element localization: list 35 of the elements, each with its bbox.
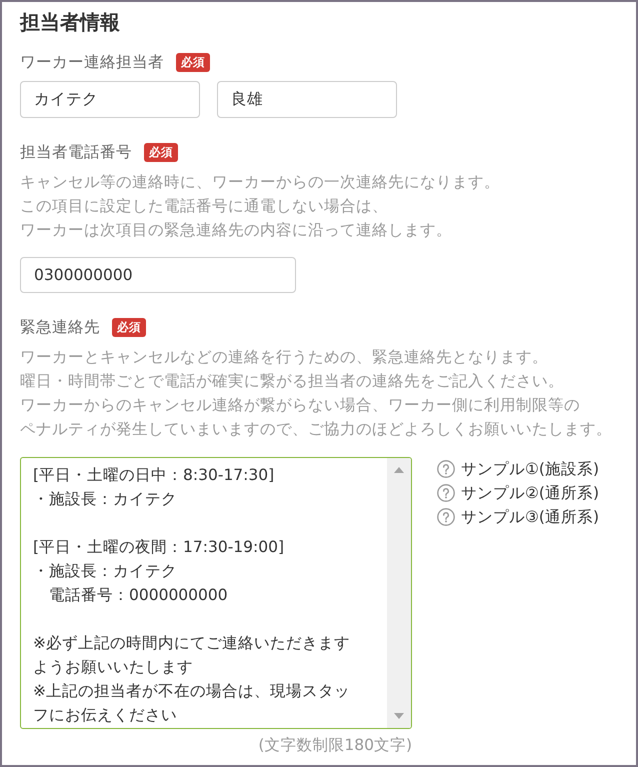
char-limit-note: (文字数制限180文字): [258, 735, 412, 755]
required-badge: 必須: [112, 318, 146, 336]
description-text: ワーカーからのキャンセル連絡が繋がらない場合、ワーカー側に利用制限等の: [20, 395, 580, 416]
text-input[interactable]: 良雄: [217, 81, 397, 118]
description-text: 曜日・時間帯ごとで電話が確実に繋がる担当者の連絡先をご記入ください。: [20, 371, 564, 392]
text-input[interactable]: カイテク: [20, 81, 200, 118]
help-icon: [437, 460, 455, 478]
field-label: 担当者電話番号: [20, 142, 132, 163]
sample-link[interactable]: サンプル②(通所系): [437, 481, 599, 505]
scrollbar[interactable]: [387, 458, 411, 728]
description-text: キャンセル等の連絡時に、ワーカーからの一次連絡先になります。: [20, 172, 500, 193]
description-text: この項目に設定した電話番号に通電しない場合は、: [20, 196, 388, 217]
up-arrow-icon[interactable]: [394, 467, 404, 473]
sample-link[interactable]: サンプル③(通所系): [437, 505, 599, 529]
textarea-line: [平日・土曜の夜間：17:30-19:00]: [33, 537, 284, 558]
textarea-line: 電話番号：0000000000: [48, 585, 228, 606]
description-text: ペナルティが発生していまいますので、ご協力のほどよろしくお願いいたします。: [20, 419, 612, 440]
description-text: ワーカーは次項目の緊急連絡先の内容に沿って連絡します。: [20, 220, 452, 241]
required-badge: 必須: [144, 142, 178, 162]
textarea-line: ※上記の担当者が不在の場合は、現場スタッフにお伝えください: [33, 681, 351, 726]
help-icon: [437, 508, 455, 526]
down-arrow-icon[interactable]: [394, 713, 404, 719]
description-text: ワーカーとキャンセルなどの連絡を行うための、緊急連絡先となります。: [20, 347, 548, 368]
section-title: 担当者情報: [20, 9, 120, 35]
textarea-line: ・施設長：カイテク: [33, 561, 177, 582]
textarea-field[interactable]: [平日・土曜の日中：8:30-17:30] ・施設長：カイテク [平日・土曜の夜間：17:30-19:00] ・施設長：カイテク 電話番号：0000000000 ※必ず上記の時間内にてご連絡いただきますようお願いいたします ※上記の担当者が不在の場合は、現場スタッフにお伝えください: [20, 457, 412, 729]
textarea-line: ※必ず上記の時間内にてご連絡いただきますようお願いいたします: [33, 633, 351, 678]
sample-link[interactable]: サンプル①(施設系): [437, 457, 599, 481]
required-badge: 必須: [176, 52, 210, 72]
phone-input[interactable]: 0300000000: [20, 257, 296, 293]
help-icon: [437, 484, 455, 502]
textarea-line: ・施設長：カイテク: [33, 489, 177, 510]
field-label: ワーカー連絡担当者: [20, 52, 164, 73]
field-label: 緊急連絡先: [20, 317, 100, 338]
textarea-line: [平日・土曜の日中：8:30-17:30]: [33, 465, 274, 486]
